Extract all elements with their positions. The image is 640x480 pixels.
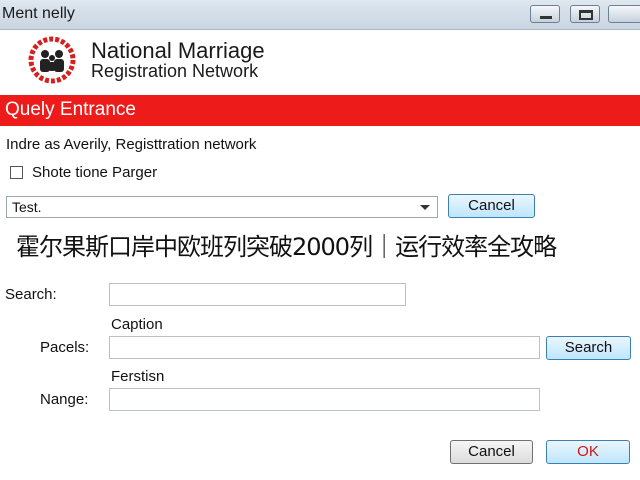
maximize-icon bbox=[579, 10, 593, 20]
title-bar: Ment nelly bbox=[0, 0, 640, 30]
banner-title: Quely Entrance bbox=[5, 99, 136, 120]
ferstisn-label: Ferstisn bbox=[111, 368, 165, 385]
subtitle-text: Indre as Averily, Registtration network bbox=[6, 136, 257, 153]
minimize-icon bbox=[540, 16, 552, 19]
close-button[interactable] bbox=[608, 5, 640, 23]
cancel-button[interactable]: Cancel bbox=[450, 440, 533, 464]
caption-overlay: 霍尔果斯口岸中欧班列突破2000列｜运行效率全攻略 bbox=[0, 220, 640, 266]
option-checkbox[interactable] bbox=[10, 166, 23, 179]
ok-button[interactable]: OK bbox=[546, 440, 630, 464]
pacels-input[interactable] bbox=[109, 336, 540, 359]
caption-label: Caption bbox=[111, 316, 163, 333]
overlay-caption: 霍尔果斯口岸中欧班列突破2000列｜运行效率全攻略 bbox=[16, 233, 557, 261]
minimize-button[interactable] bbox=[530, 5, 560, 23]
family-logo-icon bbox=[28, 36, 76, 84]
search-input[interactable] bbox=[109, 283, 406, 306]
chevron-down-icon[interactable] bbox=[420, 205, 430, 210]
dropdown-value: Test. bbox=[12, 199, 42, 215]
nange-label: Nange: bbox=[40, 391, 89, 408]
nange-input[interactable] bbox=[109, 388, 540, 411]
section-banner: Quely Entrance bbox=[0, 95, 640, 126]
window-title: Ment nelly bbox=[2, 5, 75, 22]
search-button[interactable]: Search bbox=[546, 336, 631, 360]
close-icon bbox=[609, 6, 640, 22]
pacels-label: Pacels: bbox=[40, 339, 90, 356]
search-label: Search: bbox=[5, 286, 57, 303]
checkbox-label[interactable]: Shote tione Parger bbox=[32, 164, 157, 181]
top-cancel-button[interactable]: Cancel bbox=[448, 194, 535, 218]
test-dropdown[interactable]: Test. bbox=[6, 196, 438, 218]
brand-name-line2: Registration Network bbox=[91, 61, 259, 81]
maximize-button[interactable] bbox=[570, 5, 600, 23]
